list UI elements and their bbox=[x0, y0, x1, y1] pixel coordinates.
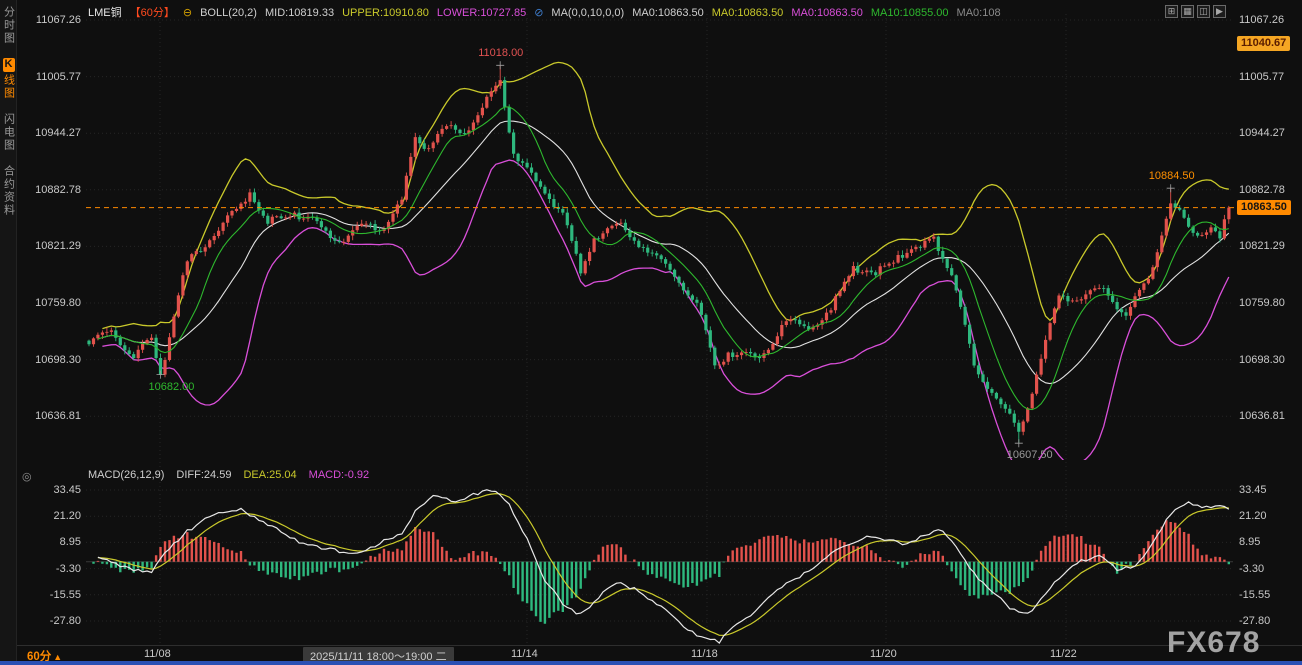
macd-value: MACD:-0.92 bbox=[309, 469, 370, 481]
price-annotation: 10682.00 bbox=[149, 381, 195, 393]
price-axis-label: 10821.29 bbox=[1239, 240, 1299, 252]
macd-axis-label: 33.45 bbox=[1239, 484, 1299, 496]
price-axis-label: 10698.30 bbox=[1239, 354, 1299, 366]
macd-axis-label: -27.80 bbox=[24, 615, 81, 627]
symbol-title: LME铜 bbox=[88, 6, 122, 20]
macd-dea-value: DEA:25.04 bbox=[243, 469, 296, 481]
grid-view-icon[interactable]: ▦ bbox=[1181, 5, 1194, 18]
play-icon[interactable]: ▶ bbox=[1213, 5, 1226, 18]
price-axis-label: 10882.78 bbox=[1239, 184, 1299, 196]
macd-axis-label: -3.30 bbox=[24, 563, 81, 575]
price-axis-label: 10759.80 bbox=[1239, 297, 1299, 309]
macd-axis-label: -3.30 bbox=[1239, 563, 1299, 575]
macd-axis-label: 33.45 bbox=[24, 484, 81, 496]
view-toggle-icons: ⊞▦◫▶ bbox=[1165, 5, 1226, 18]
tab-kline-chart[interactable]: K线图 bbox=[1, 58, 16, 100]
chart-plot-area[interactable] bbox=[0, 0, 1302, 665]
macd-label: MACD(26,12,9) bbox=[88, 469, 164, 481]
price-annotation: 10884.50 bbox=[1149, 170, 1195, 182]
add-window-icon[interactable]: ⊞ bbox=[1165, 5, 1178, 18]
price-axis-label: 10821.29 bbox=[24, 240, 81, 252]
indicator-header: LME铜【60分】 ⊖ BOLL(20,2) MID:10819.33 UPPER:10… bbox=[88, 5, 1163, 21]
macd-diff-value: DIFF:24.59 bbox=[176, 469, 231, 481]
split-view-icon[interactable]: ◫ bbox=[1197, 5, 1210, 18]
macd-header: MACD(26,12,9) DIFF:24.59 DEA:25.04 MACD:-0.… bbox=[88, 469, 369, 481]
ma0-value-yellow: MA0:10863.50 bbox=[712, 6, 784, 20]
upper-badge: 11040.67 bbox=[1237, 36, 1290, 51]
price-axis-label: 10636.81 bbox=[1239, 410, 1299, 422]
macd-axis-label: 21.20 bbox=[24, 510, 81, 522]
boll-collapse-icon[interactable]: ⊖ bbox=[183, 6, 192, 20]
macd-axis-label: -15.55 bbox=[24, 589, 81, 601]
price-axis-label: 11067.26 bbox=[1239, 14, 1299, 26]
price-annotation: 11018.00 bbox=[478, 47, 523, 59]
tab-contract-info[interactable]: 合约资料 bbox=[1, 165, 16, 217]
ma-label: MA(0,0,10,0,0) bbox=[551, 6, 624, 20]
ma0-value-truncated: MA0:108 bbox=[957, 6, 1001, 20]
ma10-value: MA10:10855.00 bbox=[871, 6, 949, 20]
last-price-badge: 10863.50 bbox=[1237, 200, 1291, 215]
boll-upper-value: UPPER:10910.80 bbox=[342, 6, 429, 20]
ma0-value-white: MA0:10863.50 bbox=[632, 6, 704, 20]
tab-time-chart[interactable]: 分时图 bbox=[1, 6, 16, 45]
date-label: 11/22 bbox=[1050, 648, 1077, 660]
bottom-accent-bar bbox=[0, 661, 1302, 665]
tab-flash-chart[interactable]: 闪电图 bbox=[1, 113, 16, 152]
date-label: 11/08 bbox=[144, 648, 171, 660]
sidebar: 分时图 K线图闪电图合约资料 bbox=[0, 0, 17, 661]
macd-axis-label: 8.95 bbox=[24, 536, 81, 548]
boll-lower-value: LOWER:10727.85 bbox=[437, 6, 526, 20]
price-axis-label: 10759.80 bbox=[24, 297, 81, 309]
period-label[interactable]: 【60分】 bbox=[130, 6, 175, 20]
date-label: 11/18 bbox=[691, 648, 718, 660]
boll-mid-value: MID:10819.33 bbox=[265, 6, 334, 20]
ma0-value-magenta: MA0:10863.50 bbox=[791, 6, 863, 20]
macd-axis-label: 8.95 bbox=[1239, 536, 1299, 548]
price-axis-label: 10944.27 bbox=[1239, 127, 1299, 139]
watermark: FX678 bbox=[1167, 626, 1260, 660]
macd-axis-label: -15.55 bbox=[1239, 589, 1299, 601]
date-label: 11/14 bbox=[511, 648, 538, 660]
price-axis-label: 10944.27 bbox=[24, 127, 81, 139]
price-axis-label: 11067.26 bbox=[24, 14, 81, 26]
app-root: LME铜【60分】 ⊖ BOLL(20,2) MID:10819.33 UPPER:10… bbox=[0, 0, 1302, 665]
price-axis-label: 10698.30 bbox=[24, 354, 81, 366]
ma-collapse-icon[interactable]: ⊘ bbox=[534, 6, 543, 20]
boll-label: BOLL(20,2) bbox=[200, 6, 257, 20]
price-axis-label: 10882.78 bbox=[24, 184, 81, 196]
kline-k-icon: K bbox=[3, 58, 15, 72]
price-axis-label: 11005.77 bbox=[24, 71, 81, 83]
macd-axis-label: 21.20 bbox=[1239, 510, 1299, 522]
date-label: 11/20 bbox=[870, 648, 897, 660]
price-axis-label: 10636.81 bbox=[24, 410, 81, 422]
macd-settings-icon[interactable]: ◎ bbox=[22, 470, 32, 483]
price-axis-label: 11005.77 bbox=[1239, 71, 1299, 83]
price-annotation: 10607.50 bbox=[1007, 449, 1053, 461]
